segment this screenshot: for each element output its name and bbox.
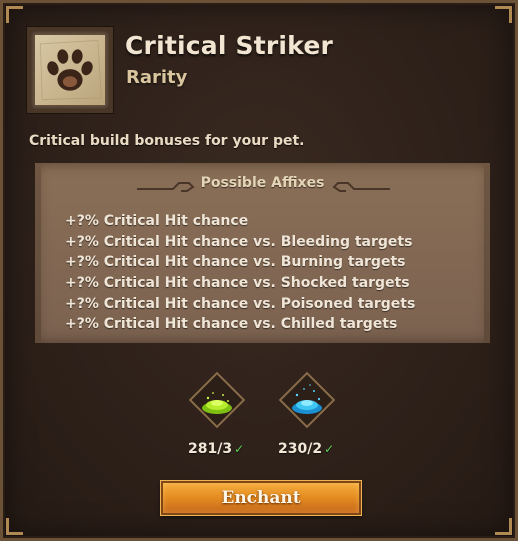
material-count-value: 281/3 xyxy=(188,441,233,457)
material-count: 281/3 ✓ xyxy=(188,441,244,457)
item-tooltip-panel: Critical Striker Rarity Critical build b… xyxy=(0,0,518,541)
panel-corner-ornament xyxy=(6,6,23,23)
green-dust-icon xyxy=(202,392,232,414)
panel-corner-ornament xyxy=(6,518,23,535)
check-icon: ✓ xyxy=(234,442,245,456)
blue-dust-icon xyxy=(292,384,322,414)
affix-list: +?% Critical Hit chance +?% Critical Hit… xyxy=(65,211,415,335)
affix-list-panel: Possible Affixes +?% Critical Hit chance… xyxy=(35,163,490,343)
item-rarity: Rarity xyxy=(126,67,188,88)
enchant-button[interactable]: Enchant xyxy=(161,481,361,515)
header-flourish-right-icon xyxy=(332,179,390,193)
item-icon-frame xyxy=(27,27,113,113)
affix-header: Possible Affixes xyxy=(200,175,325,191)
panel-corner-ornament xyxy=(495,6,512,23)
affix-item: +?% Critical Hit chance vs. Poisoned tar… xyxy=(65,295,416,312)
green-dust-material[interactable] xyxy=(188,371,246,429)
paw-print-icon xyxy=(35,35,105,105)
check-icon: ✓ xyxy=(324,442,335,456)
affix-item: +?% Critical Hit chance vs. Burning targ… xyxy=(65,254,406,271)
affix-item: +?% Critical Hit chance vs. Bleeding tar… xyxy=(65,233,413,250)
material-count: 230/2 ✓ xyxy=(278,441,334,457)
blue-dust-material[interactable] xyxy=(278,371,336,429)
material-count-value: 230/2 xyxy=(278,441,323,457)
affix-item: +?% Critical Hit chance vs. Chilled targ… xyxy=(65,316,398,333)
affix-item: +?% Critical Hit chance xyxy=(65,213,249,229)
affix-item: +?% Critical Hit chance vs. Shocked targ… xyxy=(65,275,410,292)
panel-corner-ornament xyxy=(495,518,512,535)
item-description: Critical build bonuses for your pet. xyxy=(29,133,305,149)
item-title: Critical Striker xyxy=(125,31,334,60)
